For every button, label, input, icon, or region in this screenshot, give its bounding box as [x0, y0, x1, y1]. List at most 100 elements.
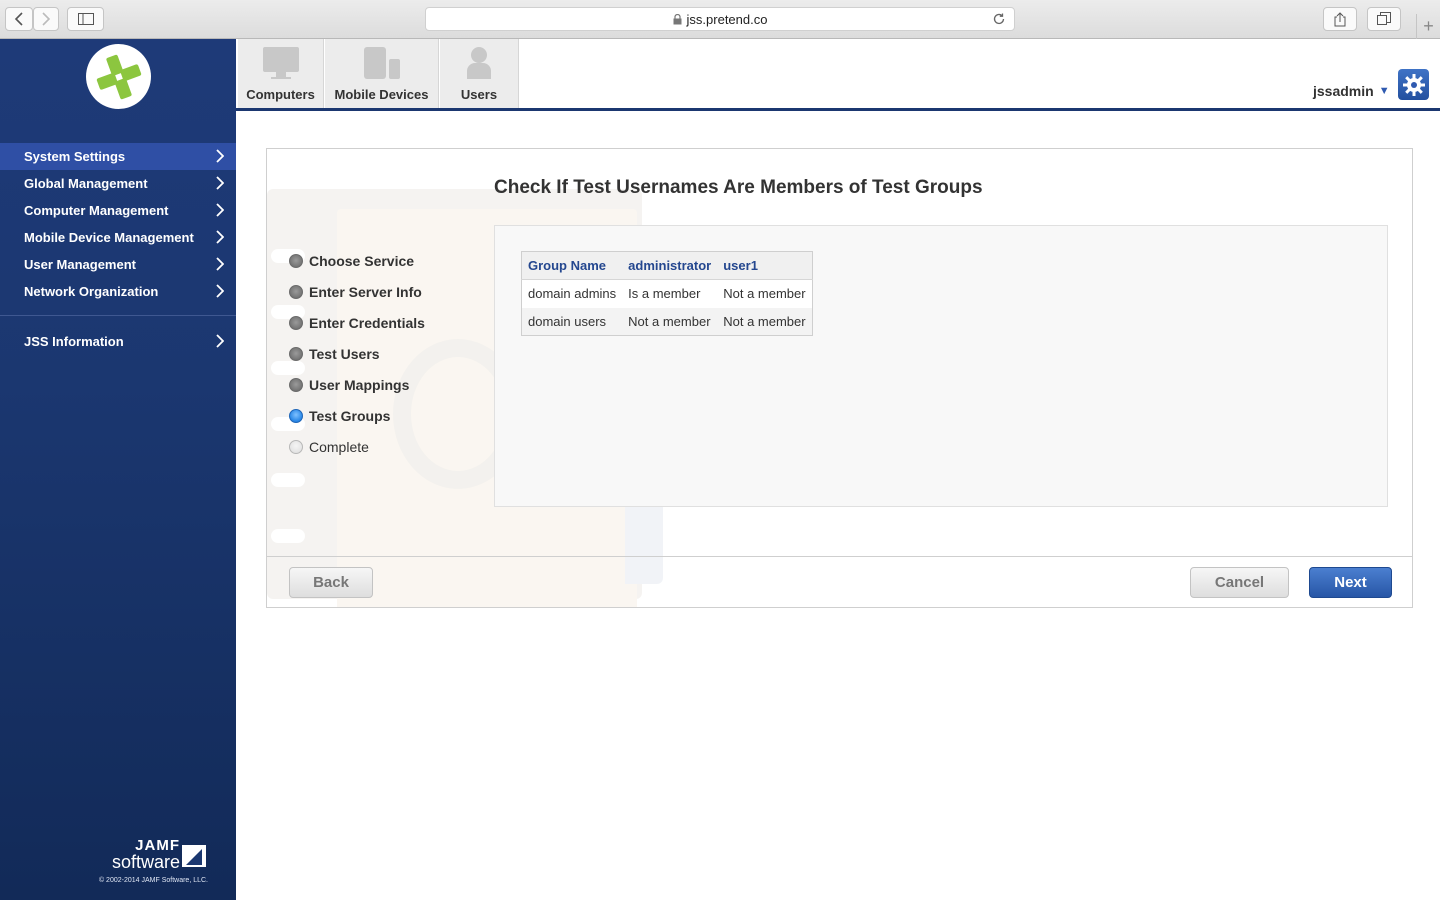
footer-divider: [267, 556, 1412, 557]
wizard-step-complete: Complete: [289, 431, 425, 462]
step-label: Complete: [309, 438, 369, 455]
sidebar-item-label: System Settings: [24, 149, 126, 164]
wizard-panel: Check If Test Usernames Are Members of T…: [266, 148, 1413, 608]
sidebar-item-label: User Management: [24, 257, 136, 272]
reload-icon[interactable]: [992, 12, 1006, 26]
wizard-step-test-users: Test Users: [289, 338, 425, 369]
group-membership-table: Group Name administrator user1 domain ad…: [521, 251, 813, 336]
share-button[interactable]: [1323, 7, 1357, 31]
caret-down-icon: ▼: [1378, 85, 1390, 97]
step-label: Enter Server Info: [309, 283, 422, 300]
sidebar-item-label: JSS Information: [24, 334, 124, 349]
settings-button[interactable]: [1398, 69, 1429, 100]
table-row: domain admins Is a member Not a member: [522, 280, 813, 308]
step-label: User Mappings: [309, 376, 410, 393]
jss-logo-icon: [96, 54, 141, 99]
browser-toolbar: jss.pretend.co +: [0, 0, 1440, 39]
step-current-indicator: [289, 408, 303, 423]
tabs-overview-button[interactable]: [1367, 7, 1401, 31]
computer-icon: [262, 47, 299, 79]
results-container: Group Name administrator user1 domain ad…: [494, 225, 1388, 507]
step-pending-indicator: [289, 439, 303, 454]
table-cell: Not a member: [723, 286, 806, 302]
cancel-button[interactable]: Cancel: [1190, 567, 1289, 598]
jamf-software-brand: JAMF software © 2002-2014 JAMF Software,…: [96, 837, 208, 884]
column-header[interactable]: user1: [717, 251, 813, 280]
jss-logo[interactable]: [86, 44, 151, 109]
column-header[interactable]: administrator: [622, 251, 718, 280]
watermark-tab: [625, 494, 663, 584]
tab-computers[interactable]: Computers: [238, 39, 324, 108]
back-nav-button[interactable]: [5, 7, 33, 31]
step-label: Choose Service: [309, 252, 415, 269]
address-bar[interactable]: jss.pretend.co: [425, 7, 1015, 31]
wizard-steps: Choose Service Enter Server Info Enter C…: [289, 245, 425, 462]
user-icon: [467, 47, 491, 79]
chevron-right-icon: [42, 12, 51, 26]
username: jssadmin: [1313, 83, 1374, 99]
table-cell: Not a member: [717, 307, 813, 336]
step-complete-indicator: [289, 315, 303, 330]
tab-label: Users: [460, 87, 498, 102]
table-cell: domain users: [521, 307, 623, 336]
page-title: Check If Test Usernames Are Members of T…: [494, 177, 983, 198]
jamf-logo-icon: [182, 845, 206, 867]
chevron-right-icon: [216, 203, 224, 217]
sidebar-divider: [0, 315, 236, 316]
plus-icon: +: [1423, 16, 1434, 36]
table-cell: Not a member: [622, 307, 718, 336]
step-complete-indicator: [289, 253, 303, 268]
column-header[interactable]: Group Name: [521, 251, 623, 280]
top-navigation: Computers Mobile Devices Users: [236, 39, 1440, 111]
back-button[interactable]: Back: [289, 567, 373, 598]
table-cell: domain admins: [528, 286, 617, 302]
copyright-text: © 2002-2014 JAMF Software, LLC.: [98, 877, 208, 884]
address-url: jss.pretend.co: [686, 11, 768, 27]
chevron-right-icon: [216, 284, 224, 298]
sidebar-item-label: Computer Management: [24, 203, 169, 218]
sidebar-item-label: Mobile Device Management: [24, 230, 194, 245]
table-header-row: Group Name administrator user1: [521, 251, 813, 280]
chevron-right-icon: [216, 149, 224, 163]
wizard-step-user-mappings: User Mappings: [289, 369, 425, 400]
next-button[interactable]: Next: [1309, 567, 1392, 598]
new-tab-button[interactable]: +: [1416, 14, 1440, 39]
chevron-right-icon: [216, 176, 224, 190]
brand-name: JAMF: [135, 837, 180, 854]
chevron-right-icon: [216, 334, 224, 348]
chevron-right-icon: [216, 257, 224, 271]
sidebar-item-network-organization[interactable]: Network Organization: [0, 278, 236, 305]
gear-icon: [1402, 73, 1425, 96]
wizard-step-test-groups: Test Groups: [289, 400, 425, 431]
forward-nav-button[interactable]: [33, 7, 59, 31]
sidebar-item-mobile-device-management[interactable]: Mobile Device Management: [0, 224, 236, 251]
table-cell: Is a member: [628, 286, 701, 302]
lock-icon: [673, 13, 682, 24]
mobile-devices-icon: [363, 47, 400, 79]
step-complete-indicator: [289, 284, 303, 299]
wizard-step-enter-server-info: Enter Server Info: [289, 276, 425, 307]
tab-label: Mobile Devices: [334, 87, 429, 102]
user-menu[interactable]: jssadmin ▼: [1313, 83, 1390, 99]
chevron-right-icon: [216, 230, 224, 244]
chevron-left-icon: [14, 12, 23, 26]
step-complete-indicator: [289, 346, 303, 361]
sidebar-item-computer-management[interactable]: Computer Management: [0, 197, 236, 224]
sidebar-item-user-management[interactable]: User Management: [0, 251, 236, 278]
brand-subname: software: [111, 852, 180, 872]
sidebar: System Settings Global Management Comput…: [0, 39, 236, 900]
tab-users[interactable]: Users: [440, 39, 519, 108]
wizard-step-choose-service: Choose Service: [289, 245, 425, 276]
sidebar-item-global-management[interactable]: Global Management: [0, 170, 236, 197]
share-icon: [1334, 11, 1346, 26]
sidebar-toggle-button[interactable]: [67, 7, 104, 31]
step-complete-indicator: [289, 377, 303, 392]
sidebar-item-label: Network Organization: [24, 284, 159, 299]
sidebar-item-system-settings[interactable]: System Settings: [0, 143, 236, 170]
step-label: Enter Credentials: [309, 314, 425, 331]
step-label: Test Groups: [309, 407, 391, 424]
tabs-icon: [1377, 12, 1391, 25]
step-label: Test Users: [309, 345, 380, 362]
sidebar-item-jss-information[interactable]: JSS Information: [0, 328, 236, 355]
tab-mobile-devices[interactable]: Mobile Devices: [325, 39, 439, 108]
